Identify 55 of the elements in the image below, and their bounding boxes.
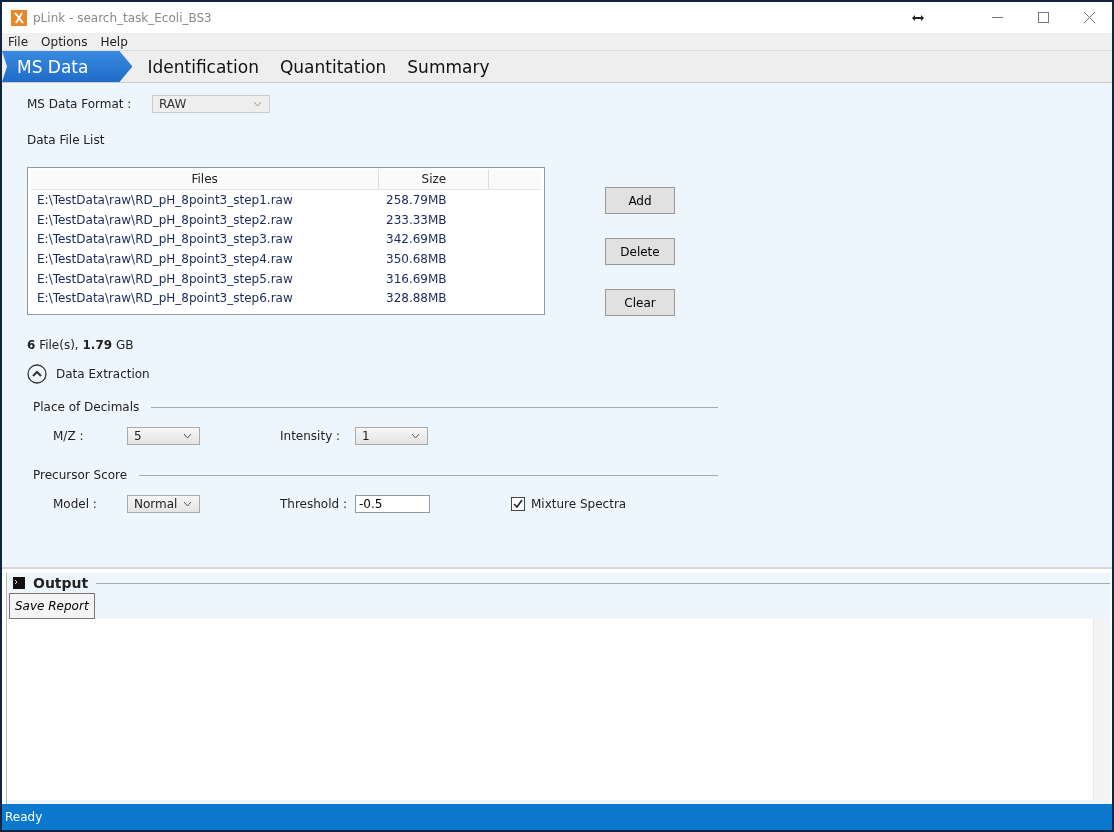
table-cell-text: 350.68MB <box>385 251 448 266</box>
intensity-dropdown[interactable]: 1 <box>355 427 428 445</box>
table-cell-text: E:\TestData\raw\RD_pH_8point3_step5.raw <box>36 271 294 286</box>
window-title: pLink - search_task_Ecoli_BS3 <box>33 10 212 25</box>
menu-item[interactable]: Options <box>41 34 88 49</box>
tab[interactable]: Summary <box>397 51 500 82</box>
save-report-button[interactable]: Save Report <box>9 593 95 619</box>
status-text: Ready <box>2 804 1112 830</box>
mz-dropdown[interactable]: 5 <box>127 427 200 445</box>
table-cell-text: E:\TestData\raw\RD_pH_8point3_step4.raw <box>36 251 294 266</box>
chevron-down-icon <box>412 434 419 438</box>
table-cell-text: 328.88MB <box>385 291 448 306</box>
field-label: MS Data Format : <box>27 97 133 111</box>
maximize-icon <box>1037 12 1049 23</box>
close-icon <box>1083 12 1095 23</box>
minimize-icon <box>991 17 1003 18</box>
table-cell-text: E:\TestData\raw\RD_pH_8point3_step3.raw <box>36 232 294 247</box>
tab[interactable]: Quantitation <box>269 51 397 82</box>
terminal-icon <box>13 577 25 589</box>
field-label: M/Z : <box>53 429 85 443</box>
group-title: Place of Decimals <box>33 400 140 414</box>
field-label: Intensity : <box>280 429 342 443</box>
table-cell-text: E:\TestData\raw\RD_pH_8point3_step1.raw <box>36 192 294 207</box>
app-logo-icon <box>11 9 27 26</box>
table-cell-text: 233.33MB <box>385 212 448 227</box>
file-summary: 6 File(s), 1.79 GB <box>27 338 135 352</box>
panel-title: Output <box>33 575 89 591</box>
tab[interactable]: MS Data <box>2 51 133 82</box>
table-cell-text: 316.69MB <box>385 271 448 286</box>
action-button[interactable]: Clear <box>605 289 675 316</box>
threshold-field[interactable]: -0.5 <box>355 495 430 513</box>
table-cell-text: 258.79MB <box>385 192 448 207</box>
field-label: Model : <box>53 497 98 511</box>
table-cell-text: E:\TestData\raw\RD_pH_8point3_step6.raw <box>36 291 294 306</box>
chevron-down-icon <box>184 502 191 506</box>
action-button[interactable]: Add <box>605 187 675 214</box>
column-header[interactable]: Size <box>379 170 490 189</box>
action-button[interactable]: Delete <box>605 238 675 265</box>
table-cell-text: E:\TestData\raw\RD_pH_8point3_step2.raw <box>36 212 294 227</box>
checkbox[interactable] <box>511 497 525 511</box>
resize-cursor-icon <box>912 14 924 21</box>
checkbox-label: Mixture Spectra <box>531 497 627 511</box>
section-label: Data Extraction <box>56 367 150 381</box>
chevron-down-icon <box>184 434 191 438</box>
menu-item[interactable]: File <box>8 34 29 49</box>
column-header[interactable]: Files <box>31 170 380 189</box>
tab[interactable]: Identification <box>137 51 269 82</box>
model-dropdown[interactable]: Normal <box>127 495 200 513</box>
chevron-down-icon <box>254 102 261 106</box>
menu-item[interactable]: Help <box>100 34 128 49</box>
group-title: Precursor Score <box>33 468 128 482</box>
field-label: Threshold : <box>280 497 348 511</box>
table-cell-text: 342.69MB <box>385 232 448 247</box>
collapse-icon[interactable] <box>27 364 47 384</box>
section-label: Data File List <box>27 133 106 147</box>
